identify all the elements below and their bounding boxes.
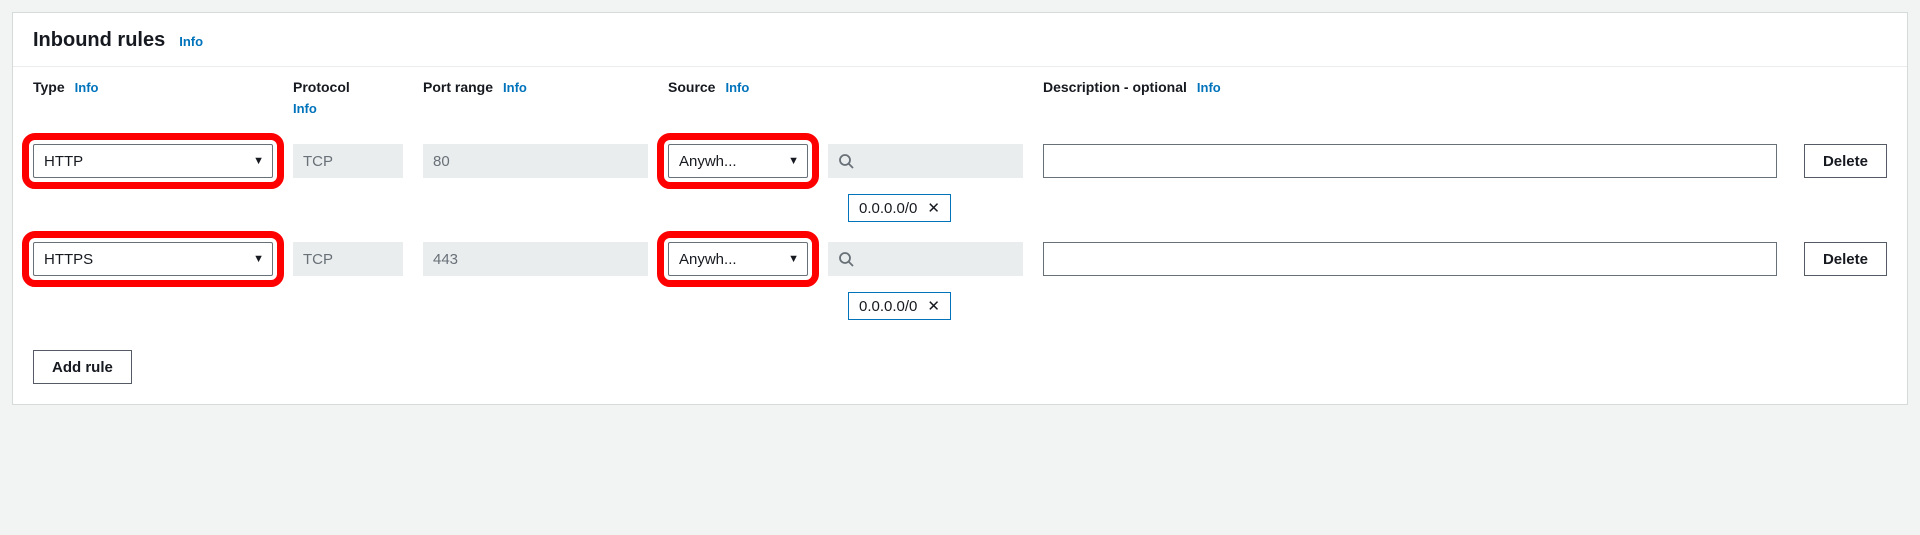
cidr-row: 0.0.0.0/0 ✕ [33, 286, 1887, 330]
add-rule-button[interactable]: Add rule [33, 350, 132, 384]
protocol-value: TCP [293, 144, 403, 178]
cidr-tag: 0.0.0.0/0 ✕ [848, 194, 951, 222]
close-icon[interactable]: ✕ [927, 297, 940, 315]
caret-down-icon: ▼ [788, 155, 799, 167]
info-link-port[interactable]: Info [503, 80, 527, 95]
port-value: 80 [423, 144, 648, 178]
source-mode-value: Anywh... [679, 153, 737, 170]
source-mode-select[interactable]: Anywh... ▼ [668, 242, 808, 276]
rule-row: HTTP ▼ TCP 80 Anywh... ▼ [33, 134, 1887, 188]
search-icon [838, 251, 854, 267]
info-link-type[interactable]: Info [75, 80, 99, 95]
rule-row: HTTPS ▼ TCP 443 Anywh... ▼ [33, 232, 1887, 286]
description-input[interactable] [1043, 242, 1777, 276]
inbound-rules-panel: Inbound rules Info Type Info Protocol In… [12, 12, 1908, 405]
description-input[interactable] [1043, 144, 1777, 178]
col-header-description: Description - optional [1043, 79, 1187, 95]
footer-row: Add rule [33, 330, 1887, 384]
type-select[interactable]: HTTP ▼ [33, 144, 273, 178]
panel-header: Inbound rules Info [13, 13, 1907, 67]
col-header-source: Source [668, 79, 715, 95]
delete-button[interactable]: Delete [1804, 144, 1887, 178]
port-value: 443 [423, 242, 648, 276]
protocol-value: TCP [293, 242, 403, 276]
caret-down-icon: ▼ [253, 253, 264, 265]
panel-title: Inbound rules [33, 29, 165, 52]
info-link-source[interactable]: Info [725, 80, 749, 95]
source-search-input[interactable] [828, 144, 1023, 178]
delete-button[interactable]: Delete [1804, 242, 1887, 276]
search-icon [838, 153, 854, 169]
caret-down-icon: ▼ [788, 253, 799, 265]
type-select-value: HTTP [44, 153, 83, 170]
caret-down-icon: ▼ [253, 155, 264, 167]
col-header-protocol: Protocol [293, 79, 350, 95]
cidr-tag: 0.0.0.0/0 ✕ [848, 292, 951, 320]
col-header-type: Type [33, 79, 65, 95]
source-mode-select[interactable]: Anywh... ▼ [668, 144, 808, 178]
source-mode-value: Anywh... [679, 251, 737, 268]
info-link[interactable]: Info [179, 34, 203, 49]
rules-table: Type Info Protocol Info Port range Info … [13, 67, 1907, 404]
type-select[interactable]: HTTPS ▼ [33, 242, 273, 276]
source-search-input[interactable] [828, 242, 1023, 276]
type-select-value: HTTPS [44, 251, 93, 268]
info-link-description[interactable]: Info [1197, 80, 1221, 95]
info-link-protocol[interactable]: Info [293, 101, 317, 116]
close-icon[interactable]: ✕ [927, 199, 940, 217]
cidr-value: 0.0.0.0/0 [859, 200, 917, 217]
cidr-row: 0.0.0.0/0 ✕ [33, 188, 1887, 232]
column-headers: Type Info Protocol Info Port range Info … [33, 67, 1887, 134]
col-header-port: Port range [423, 79, 493, 95]
cidr-value: 0.0.0.0/0 [859, 298, 917, 315]
